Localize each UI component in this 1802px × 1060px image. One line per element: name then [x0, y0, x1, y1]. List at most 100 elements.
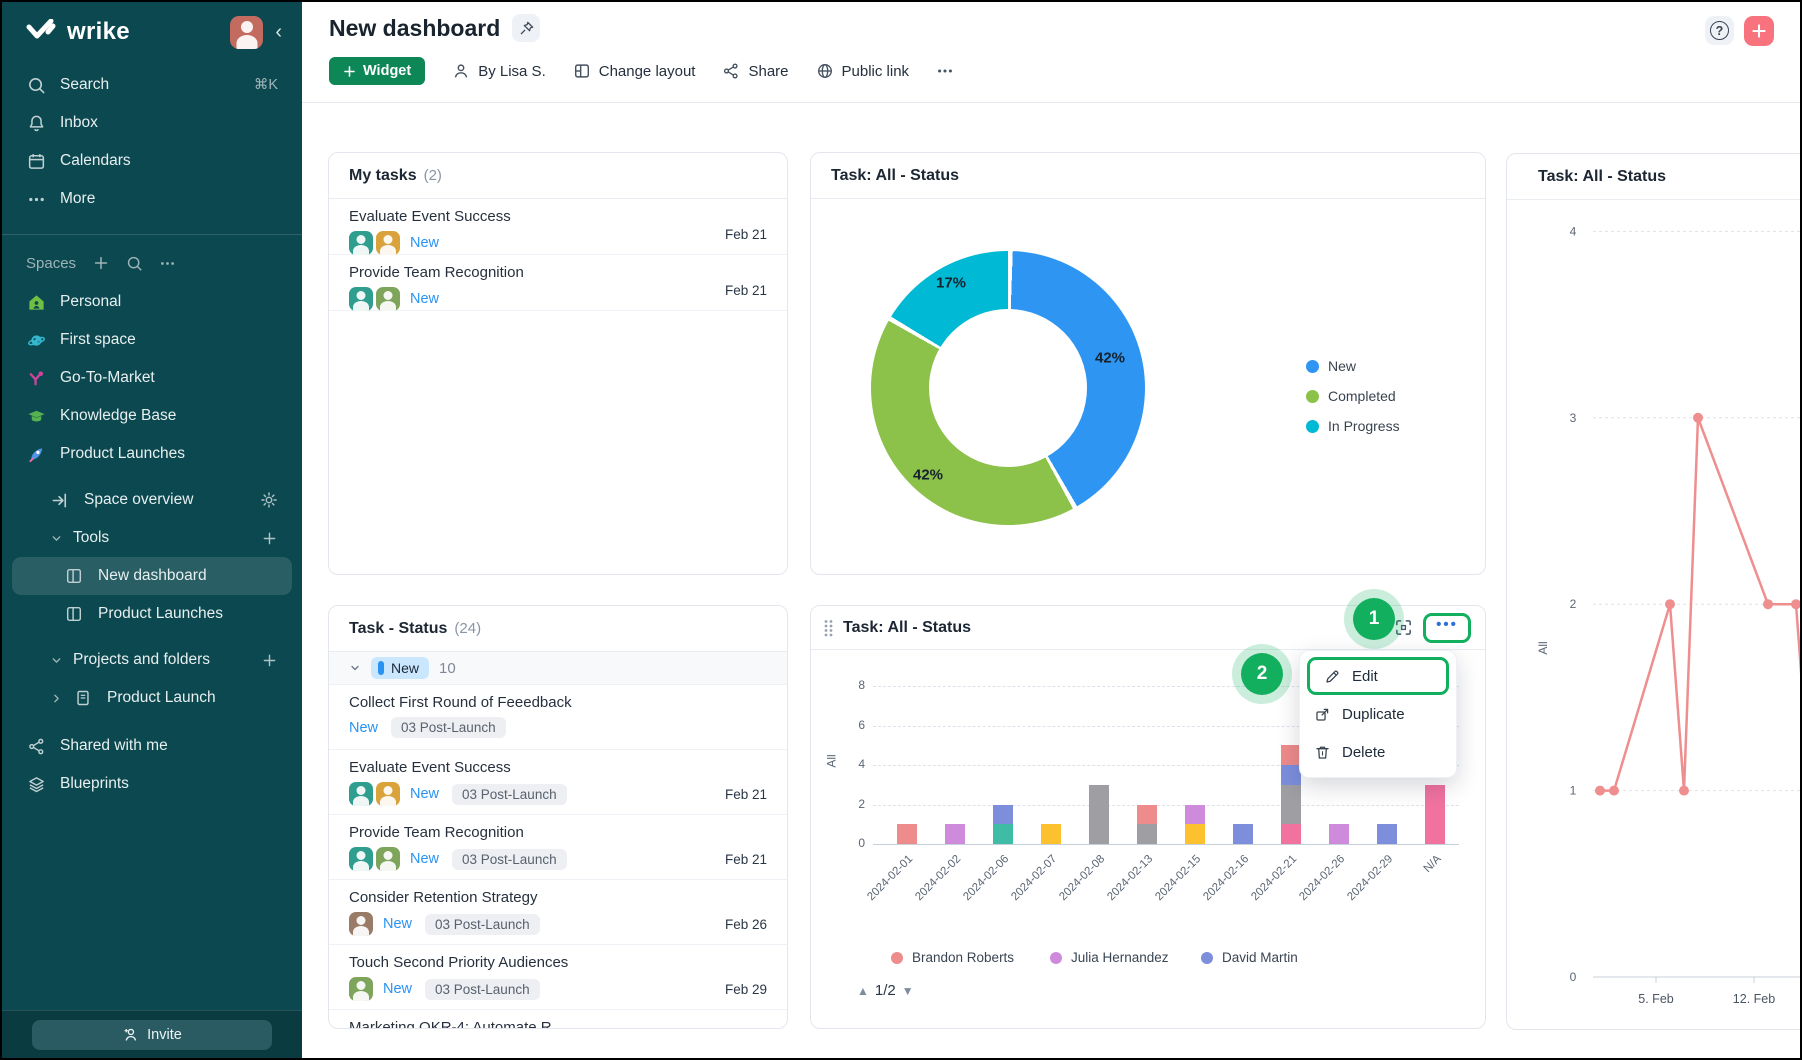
legend-item: David Martin	[1201, 950, 1298, 965]
sidebar-item-blueprints[interactable]: Blueprints	[2, 765, 302, 803]
y-axis-label: All	[825, 754, 839, 767]
x-tick-label: 2024-02-21	[1249, 853, 1299, 903]
sidebar-item-new-dashboard[interactable]: New dashboard	[12, 557, 292, 595]
tag-pill[interactable]: 03 Post-Launch	[452, 849, 567, 870]
bar-segment	[1185, 805, 1205, 825]
status-link[interactable]: New	[410, 851, 439, 867]
svg-text:12. Feb: 12. Feb	[1733, 992, 1775, 1006]
user-avatar[interactable]	[230, 16, 263, 49]
global-add-button[interactable]	[1744, 16, 1774, 46]
status-link[interactable]: New	[410, 291, 439, 307]
drag-handle-icon[interactable]	[823, 619, 834, 637]
task-row[interactable]: Consider Retention Strategy New 03 Post-…	[329, 880, 787, 945]
chevron-right-icon[interactable]	[50, 692, 63, 705]
status-link[interactable]: New	[410, 235, 439, 251]
menu-item-edit[interactable]: Edit	[1310, 660, 1446, 692]
sidebar-collapse-icon[interactable]: ‹	[275, 22, 282, 42]
sidebar-item-label: New dashboard	[98, 567, 207, 585]
status-link[interactable]: New	[349, 720, 378, 736]
add-project-icon[interactable]	[261, 652, 278, 669]
bar-column: 2024-02-13	[1123, 686, 1171, 844]
app-window: wrike ‹ Search ⌘K Inbox Calendars More	[0, 0, 1802, 1060]
chevron-down-icon[interactable]	[349, 662, 361, 674]
bar-segment	[1329, 824, 1349, 844]
task-row[interactable]: Evaluate Event Success New Feb 21	[329, 199, 787, 255]
wrike-logo-icon	[26, 19, 58, 45]
sidebar-item-product-launches[interactable]: Product Launches	[2, 435, 302, 473]
add-widget-button[interactable]: Widget	[329, 57, 425, 85]
donut-slice-label: 42%	[1095, 350, 1125, 367]
sidebar-item-label: First space	[60, 331, 136, 349]
page-up-icon[interactable]: ▲	[857, 984, 869, 998]
chevron-down-icon[interactable]	[50, 654, 63, 667]
add-space-icon[interactable]	[92, 254, 110, 272]
task-row[interactable]: Provide Team Recognition New 03 Post-Lau…	[329, 815, 787, 880]
tag-pill[interactable]: 03 Post-Launch	[425, 979, 540, 1000]
sidebar-item-personal[interactable]: Personal	[2, 283, 302, 321]
tag-pill[interactable]: 03 Post-Launch	[452, 784, 567, 805]
avatar	[376, 287, 400, 311]
legend-item: Julia Hernandez	[1050, 950, 1169, 965]
sidebar-item-calendars[interactable]: Calendars	[2, 142, 302, 180]
page-down-icon[interactable]: ▼	[902, 984, 914, 998]
gear-icon[interactable]	[260, 491, 278, 509]
sidebar-item-knowledge-base[interactable]: Knowledge Base	[2, 397, 302, 435]
bar-segment	[1281, 765, 1301, 785]
menu-item-delete[interactable]: Delete	[1300, 733, 1456, 771]
sidebar-item-more[interactable]: More	[2, 180, 302, 218]
page-header: New dashboard	[329, 14, 540, 42]
sidebar-item-product-launch[interactable]: Product Launch	[2, 679, 302, 717]
status-link[interactable]: New	[383, 916, 412, 932]
help-button[interactable]: ?	[1705, 16, 1734, 45]
invite-button[interactable]: Invite	[32, 1020, 272, 1050]
spaces-label: Spaces	[26, 255, 76, 272]
sidebar-section-projects[interactable]: Projects and folders	[2, 641, 302, 679]
sidebar-item-first-space[interactable]: First space	[2, 321, 302, 359]
task-row[interactable]: Marketing OKR-4: Automate R	[329, 1010, 787, 1029]
bar-legend-dot	[1050, 952, 1062, 964]
donut-ring	[871, 251, 1145, 525]
task-row[interactable]: Collect First Round of Feeedback New 03 …	[329, 685, 787, 750]
menu-item-duplicate[interactable]: Duplicate	[1300, 695, 1456, 733]
widget-more-button[interactable]: •••	[1423, 613, 1471, 643]
by-user-label: By Lisa S.	[478, 63, 546, 80]
layers-icon	[26, 774, 46, 794]
legend-item: In Progress	[1306, 418, 1400, 434]
public-link-button[interactable]: Public link	[816, 62, 910, 80]
sidebar-item-product-launches-dashboard[interactable]: Product Launches	[2, 595, 302, 633]
change-layout-button[interactable]: Change layout	[573, 62, 696, 80]
widget-title: My tasks	[349, 167, 417, 185]
sidebar-item-inbox[interactable]: Inbox	[2, 104, 302, 142]
pin-button[interactable]	[512, 14, 540, 42]
sidebar-item-label: Calendars	[60, 152, 131, 170]
group-row-new[interactable]: New 10	[329, 652, 787, 685]
sidebar-item-go-to-market[interactable]: Go-To-Market	[2, 359, 302, 397]
tag-pill[interactable]: 03 Post-Launch	[425, 914, 540, 935]
spaces-more-icon[interactable]	[159, 255, 176, 272]
pin-icon	[518, 20, 535, 37]
tag-pill[interactable]: 03 Post-Launch	[391, 717, 506, 738]
toolbar-more-button[interactable]	[936, 62, 954, 80]
avatar	[349, 231, 373, 255]
search-spaces-icon[interactable]	[126, 255, 143, 272]
add-tool-icon[interactable]	[261, 530, 278, 547]
chevron-down-icon[interactable]	[50, 532, 63, 545]
share-button[interactable]: Share	[722, 62, 788, 80]
task-row[interactable]: Touch Second Priority Audiences New 03 P…	[329, 945, 787, 1010]
donut-legend-dot	[1306, 420, 1319, 433]
bar-segment	[993, 805, 1013, 825]
by-user-button[interactable]: By Lisa S.	[452, 62, 546, 80]
ellipsis-icon	[936, 62, 954, 80]
expand-icon[interactable]	[1394, 618, 1413, 637]
status-link[interactable]: New	[383, 981, 412, 997]
layout-icon	[573, 62, 591, 80]
task-row[interactable]: Provide Team Recognition New Feb 21	[329, 255, 787, 311]
sidebar-section-tools[interactable]: Tools	[2, 519, 302, 557]
sidebar-item-space-overview[interactable]: Space overview	[2, 481, 302, 519]
sidebar-item-shared-with-me[interactable]: Shared with me	[2, 727, 302, 765]
sidebar-item-search[interactable]: Search ⌘K	[2, 66, 302, 104]
trash-icon	[1314, 744, 1331, 761]
task-row[interactable]: Evaluate Event Success New 03 Post-Launc…	[329, 750, 787, 815]
public-link-label: Public link	[842, 63, 910, 80]
status-link[interactable]: New	[410, 786, 439, 802]
